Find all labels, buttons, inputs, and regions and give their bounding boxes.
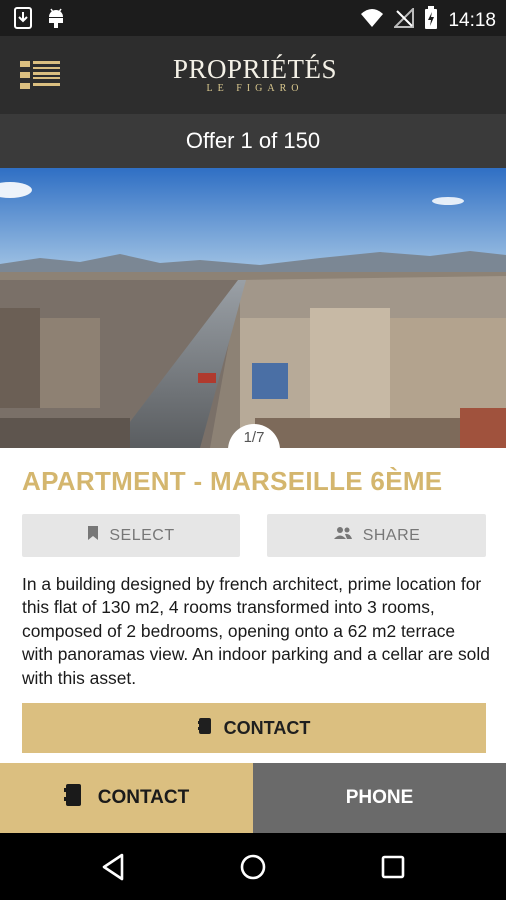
listing-title: APARTMENT - MARSEILLE 6ÈME <box>22 466 443 496</box>
list-menu-icon[interactable] <box>20 60 62 90</box>
people-icon <box>333 526 353 545</box>
select-button[interactable]: SELECT <box>22 514 240 557</box>
bottom-contact-button[interactable]: CONTACT <box>0 763 253 833</box>
clock: 14:18 <box>448 9 496 31</box>
status-bar: 14:18 <box>0 0 506 36</box>
bottom-contact-label: CONTACT <box>97 787 190 808</box>
listing-photo[interactable] <box>0 168 506 448</box>
system-nav-bar <box>0 833 506 900</box>
share-button[interactable]: SHARE <box>267 514 486 557</box>
offer-counter-bar: Offer 1 of 150 <box>0 114 506 168</box>
listing-description: In a building designed by french archite… <box>22 574 490 688</box>
contact-card-icon <box>63 783 82 813</box>
wifi-icon <box>360 8 384 33</box>
app-bar: PROPRIÉTÉS LE FIGARO <box>0 36 506 114</box>
phone-label: PHONE <box>345 787 414 808</box>
app-logo: PROPRIÉTÉS LE FIGARO <box>160 54 350 100</box>
battery-charging-icon <box>424 6 438 35</box>
offer-counter-text: Offer 1 of 150 <box>185 128 321 153</box>
back-icon[interactable] <box>97 850 131 884</box>
contact-label: CONTACT <box>223 717 311 738</box>
logo-sub-text: LE FIGARO <box>206 83 304 94</box>
recents-icon[interactable] <box>376 850 410 884</box>
logo-main-text: PROPRIÉTÉS <box>172 54 338 84</box>
android-icon <box>46 7 66 34</box>
select-label: SELECT <box>109 526 175 544</box>
bookmark-icon <box>87 525 99 546</box>
no-signal-icon <box>393 6 415 33</box>
contact-card-icon <box>197 717 212 740</box>
home-icon[interactable] <box>236 850 270 884</box>
photo-counter-text: 1/7 <box>243 429 265 446</box>
download-icon <box>14 7 32 34</box>
share-label: SHARE <box>362 526 421 544</box>
contact-button[interactable]: CONTACT <box>22 703 486 753</box>
phone-button[interactable]: PHONE <box>253 763 506 833</box>
